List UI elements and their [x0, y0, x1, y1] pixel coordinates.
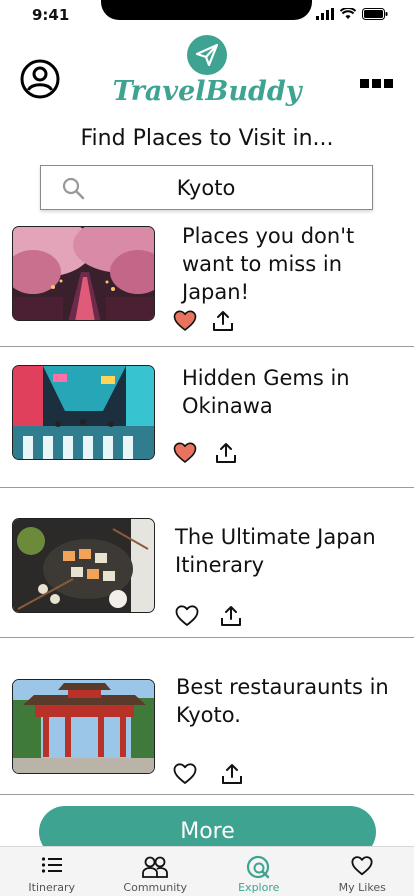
heart-icon [351, 856, 373, 876]
system-icons [316, 8, 388, 20]
list-icon [41, 857, 62, 873]
neon-street-crossing-image[interactable] [12, 365, 155, 460]
tab-explore[interactable]: Explore [207, 847, 311, 896]
card-title[interactable]: Hidden Gems in Okinawa [182, 364, 407, 420]
more-options-button[interactable] [360, 79, 393, 88]
card-title[interactable]: Places you don't want to miss in Japan! [182, 222, 407, 306]
card-title[interactable]: The Ultimate Japan Itinerary [175, 523, 400, 579]
divider [0, 487, 414, 488]
heart-icon[interactable] [173, 441, 197, 465]
cherry-blossom-canal-image[interactable] [12, 226, 155, 321]
bottom-tab-bar: Itinerary Community Explore My Likes [0, 846, 414, 896]
menu-dot-icon [384, 79, 393, 88]
brand-name: TravelBuddy [112, 76, 302, 107]
logo-mark [187, 35, 227, 75]
device-notch [101, 0, 312, 20]
divider [0, 637, 414, 638]
heart-icon[interactable] [173, 309, 197, 333]
share-icon[interactable] [220, 762, 244, 786]
menu-dot-icon [360, 79, 369, 88]
tab-label: Explore [238, 881, 280, 894]
battery-icon [362, 8, 388, 20]
tab-label: My Likes [338, 881, 386, 894]
tab-community[interactable]: Community [104, 847, 208, 896]
search-icon [62, 177, 85, 200]
share-icon[interactable] [211, 309, 235, 333]
share-icon[interactable] [214, 441, 238, 465]
tab-itinerary[interactable]: Itinerary [0, 847, 104, 896]
people-icon [142, 856, 169, 878]
search-bar[interactable] [40, 165, 373, 210]
signal-icon [316, 8, 334, 20]
tab-label: Community [123, 881, 188, 894]
card-title[interactable]: Best restauraunts in Kyoto. [176, 673, 401, 729]
paper-plane-icon [195, 43, 219, 67]
status-time: 9:41 [32, 6, 70, 24]
tab-my-likes[interactable]: My Likes [311, 847, 414, 896]
search-input[interactable] [101, 166, 311, 209]
heart-icon[interactable] [173, 762, 197, 786]
wifi-icon [340, 8, 356, 19]
divider [0, 794, 414, 795]
divider [0, 346, 414, 347]
sushi-platter-image[interactable] [12, 518, 155, 613]
red-gate-temple-image[interactable] [12, 679, 155, 774]
menu-dot-icon [372, 79, 381, 88]
tab-label: Itinerary [28, 881, 76, 894]
page-title: Find Places to Visit in... [80, 126, 334, 151]
status-bar: 9:41 [0, 0, 414, 30]
share-icon[interactable] [219, 604, 243, 628]
explore-search-icon [246, 855, 269, 879]
heart-icon[interactable] [175, 604, 199, 628]
